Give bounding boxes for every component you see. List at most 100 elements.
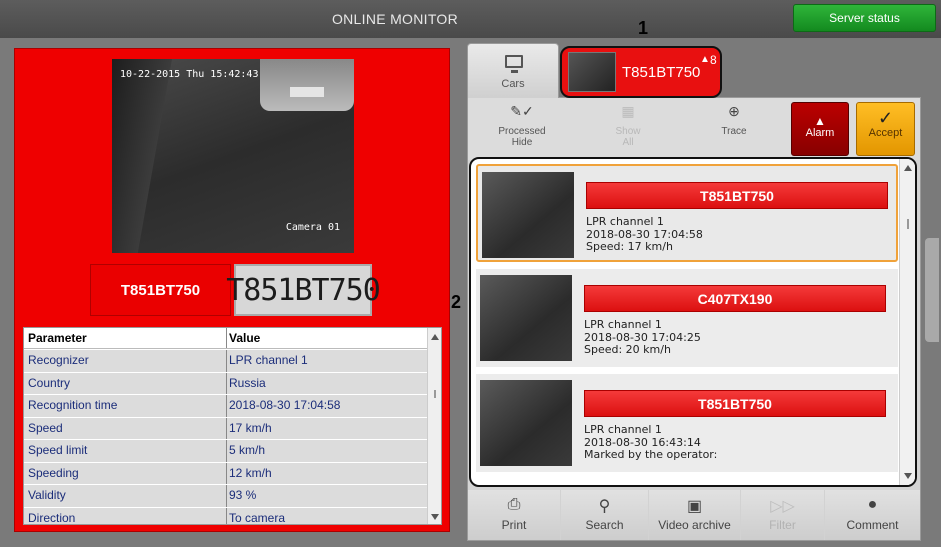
recognition-detail-panel: 10-22-2015 Thu 15:42:43 Camera 01 T851BT… bbox=[14, 48, 450, 532]
event-plate: C407TX190 bbox=[584, 285, 886, 312]
comment-label: Comment bbox=[846, 518, 899, 532]
app-title: ONLINE MONITOR bbox=[331, 11, 459, 27]
comment-button[interactable]: ● Comment bbox=[824, 490, 920, 540]
show-all-button[interactable]: ▦ Show All bbox=[604, 103, 652, 148]
annotation-marker-1: 1 bbox=[638, 18, 649, 38]
alarm-plate-label: T851BT750 bbox=[622, 64, 701, 81]
trace-label: Trace bbox=[721, 126, 747, 137]
param-name: Recognizer bbox=[28, 353, 89, 367]
grid-icon: ▦ bbox=[621, 103, 635, 119]
param-name: Speed bbox=[28, 420, 63, 435]
annotation-marker-2: 2 bbox=[451, 292, 462, 312]
server-status-button[interactable]: Server status bbox=[793, 4, 936, 32]
alarm-bell-icon: ▲ bbox=[814, 114, 826, 128]
bell-icon: ▲ bbox=[700, 54, 710, 65]
event-details: LPR channel 1 2018-08-30 17:04:58 Speed:… bbox=[586, 215, 703, 254]
alarm-count-badge: 8 bbox=[710, 53, 717, 67]
table-row: Speeding 12 km/h bbox=[24, 462, 429, 485]
printer-icon: ⎙ bbox=[507, 496, 521, 513]
table-row: Recognizer LPR channel 1 bbox=[24, 350, 429, 373]
event-thumbnail bbox=[482, 172, 574, 258]
checklist-icon: ✎✓ bbox=[510, 103, 534, 119]
table-scrollbar[interactable] bbox=[427, 328, 441, 524]
tab-cars[interactable]: Cars bbox=[467, 43, 559, 99]
event-extra: Speed: 20 km/h bbox=[584, 343, 671, 356]
param-name: Recognition time bbox=[28, 398, 118, 412]
accept-label: Accept bbox=[868, 127, 903, 139]
event-list-scrollbar[interactable] bbox=[899, 159, 915, 485]
film-icon: ▣ bbox=[686, 498, 703, 515]
show-all-label: Show All bbox=[615, 126, 641, 148]
tab-cars-label: Cars bbox=[501, 78, 525, 90]
param-name: Speeding bbox=[28, 465, 79, 480]
video-archive-button[interactable]: ▣ Video archive bbox=[648, 490, 740, 540]
recognized-plate-number: T851BT750 bbox=[90, 264, 231, 316]
car-in-frame bbox=[260, 59, 354, 111]
parameter-table: Parameter Value Recognizer LPR channel 1… bbox=[23, 327, 442, 525]
list-item[interactable]: T851BT750 LPR channel 1 2018-08-30 16:43… bbox=[476, 374, 898, 472]
tab-alarm-plate[interactable]: T851BT750 ▲ 8 bbox=[560, 46, 722, 98]
camera-frame: 10-22-2015 Thu 15:42:43 Camera 01 bbox=[112, 59, 354, 253]
print-label: Print bbox=[501, 518, 527, 532]
param-value: 5 km/h bbox=[226, 440, 429, 462]
filter-button[interactable]: ▷▷ Filter bbox=[740, 490, 824, 540]
event-details: LPR channel 1 2018-08-30 16:43:14 Marked… bbox=[584, 423, 718, 462]
list-item[interactable]: T851BT750 LPR channel 1 2018-08-30 17:04… bbox=[476, 164, 898, 262]
list-item[interactable]: C407TX190 LPR channel 1 2018-08-30 17:04… bbox=[476, 269, 898, 367]
road-edge bbox=[112, 59, 172, 253]
table-row: Speed 17 km/h bbox=[24, 417, 429, 440]
event-list: T851BT750 LPR channel 1 2018-08-30 17:04… bbox=[469, 157, 917, 487]
speech-bubble-icon: ● bbox=[867, 496, 878, 513]
table-row: Validity 93 % bbox=[24, 485, 429, 508]
print-button[interactable]: ⎙ Print bbox=[468, 490, 560, 540]
video-archive-label: Video archive bbox=[658, 518, 731, 532]
scrollbar-arrows-icon bbox=[431, 334, 439, 520]
table-row: Country Russia bbox=[24, 372, 429, 395]
processed-hide-button[interactable]: ✎✓ Processed Hide bbox=[496, 103, 548, 148]
column-header-value: Value bbox=[226, 328, 429, 348]
param-value: 93 % bbox=[226, 485, 429, 507]
param-value: LPR channel 1 bbox=[226, 350, 429, 372]
event-details: LPR channel 1 2018-08-30 17:04:25 Speed:… bbox=[584, 318, 701, 357]
filter-label: Filter bbox=[769, 518, 796, 532]
param-value: 2018-08-30 17:04:58 bbox=[226, 395, 429, 417]
window-side-scroll-handle[interactable] bbox=[925, 238, 939, 342]
search-button[interactable]: ⚲ Search bbox=[560, 490, 648, 540]
param-value: Russia bbox=[226, 372, 429, 394]
crosshair-icon: ⊕ bbox=[728, 103, 740, 119]
search-icon: ⚲ bbox=[598, 498, 611, 515]
trace-button[interactable]: ⊕ Trace bbox=[710, 103, 758, 137]
event-plate: T851BT750 bbox=[586, 182, 888, 209]
event-channel: LPR channel 1 bbox=[586, 215, 664, 228]
monitor-icon bbox=[505, 55, 523, 73]
title-bar: ONLINE MONITOR Server status bbox=[0, 0, 941, 38]
car-plate-in-frame bbox=[290, 87, 324, 97]
column-header-parameter: Parameter bbox=[28, 331, 87, 345]
param-name: Direction bbox=[28, 510, 76, 525]
camera-label: Camera 01 bbox=[285, 222, 340, 233]
param-value: 17 km/h bbox=[226, 417, 429, 439]
event-thumbnail bbox=[480, 275, 572, 361]
table-row: Speed limit 5 km/h bbox=[24, 440, 429, 463]
event-channel: LPR channel 1 bbox=[584, 318, 662, 331]
plate-crop-image: T851BT750 bbox=[226, 264, 381, 316]
param-value: To camera bbox=[226, 507, 429, 524]
alarm-thumbnail bbox=[568, 52, 616, 92]
param-name: Validity bbox=[28, 488, 66, 502]
param-name: Country bbox=[28, 375, 71, 390]
filter-icon: ▷▷ bbox=[770, 498, 795, 515]
checkmark-icon: ✓ bbox=[877, 108, 894, 128]
event-extra: Speed: 17 km/h bbox=[586, 240, 673, 253]
table-row: Recognition time 2018-08-30 17:04:58 bbox=[24, 395, 429, 418]
param-value: 12 km/h bbox=[226, 462, 429, 484]
events-toolbar: ✎✓ Processed Hide ▦ Show All ⊕ Trace bbox=[468, 98, 920, 160]
search-label: Search bbox=[585, 518, 624, 532]
accept-button[interactable]: ✓ Accept bbox=[856, 102, 915, 156]
table-header-row: Parameter Value bbox=[24, 328, 429, 349]
event-extra: Marked by the operator: bbox=[584, 448, 718, 461]
alarm-button[interactable]: ▲ Alarm bbox=[791, 102, 849, 156]
scrollbar-arrows-icon bbox=[904, 165, 912, 479]
processed-hide-label: Processed Hide bbox=[498, 126, 546, 148]
table-row: Direction To camera bbox=[24, 507, 429, 525]
bottom-toolbar: ⎙ Print ⚲ Search ▣ Video archive ▷▷ Filt… bbox=[468, 490, 920, 540]
